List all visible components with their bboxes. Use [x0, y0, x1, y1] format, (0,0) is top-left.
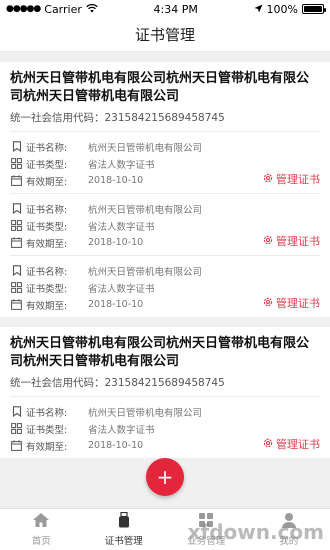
cert-type-label: 证书类型:: [26, 221, 68, 233]
calendar-icon: [10, 236, 23, 249]
calendar-icon: [10, 174, 23, 187]
watermark-text: xfdown.com: [187, 520, 324, 544]
cert-type-label: 证书类型:: [26, 283, 68, 295]
wifi-icon: [86, 3, 98, 16]
tab-home[interactable]: 首页: [0, 509, 83, 550]
manage-cert-label: 管理证书: [276, 438, 320, 451]
battery-fill: [303, 6, 322, 12]
credit-code-row: 统一社会信用代码：231584215689458745: [10, 375, 320, 390]
cert-item: 证书名称: 杭州天日管带机电有限公司 证书类型: 省法人数字证书 有效期至: 2…: [10, 194, 320, 256]
cert-type-value: 省法人数字证书: [88, 221, 155, 233]
gear-icon: [262, 172, 274, 187]
company-name: 杭州天日管带机电有限公司杭州天日管带机电有限公司杭州天日管带机电有限公司: [10, 336, 310, 369]
cert-type-value: 省法人数字证书: [88, 283, 155, 295]
cert-name-label: 证书名称:: [26, 142, 68, 154]
gear-icon: [262, 296, 274, 311]
grid-icon: [10, 219, 23, 232]
cert-expiry-value: 2018-10-10: [88, 440, 144, 451]
credit-code-label: 统一社会信用代码：: [10, 377, 105, 389]
manage-cert-button[interactable]: 管理证书: [262, 233, 320, 249]
gear-icon: [262, 437, 274, 452]
bookmark-icon: [10, 264, 23, 277]
page-title: 证书管理: [134, 26, 195, 44]
bookmark-icon: [10, 405, 23, 418]
status-bar: ●●●●● Carrier 4:34 PM 100%: [0, 0, 330, 18]
cert-name-value: 杭州天日管带机电有限公司: [88, 204, 203, 216]
cert-name-label: 证书名称:: [26, 266, 68, 278]
cert-item: 证书名称: 杭州天日管带机电有限公司 证书类型: 省法人数字证书 有效期至: 2…: [10, 397, 320, 458]
cert-expiry-label: 有效期至:: [26, 238, 68, 250]
credit-code-label: 统一社会信用代码：: [10, 112, 105, 124]
calendar-icon: [10, 298, 23, 311]
cert-name-value: 杭州天日管带机电有限公司: [88, 266, 203, 278]
cert-type-value: 省法人数字证书: [88, 159, 155, 171]
manage-cert-label: 管理证书: [276, 297, 320, 310]
cert-name-value: 杭州天日管带机电有限公司: [88, 142, 203, 154]
signal-icon: ●●●●●: [6, 4, 41, 14]
usb-key-icon: [117, 511, 131, 533]
cert-expiry-value: 2018-10-10: [88, 175, 144, 186]
grid-icon: [10, 157, 23, 170]
manage-cert-label: 管理证书: [276, 173, 320, 186]
battery-icon: [301, 4, 326, 14]
cert-name-value: 杭州天日管带机电有限公司: [88, 407, 203, 419]
status-time: 4:34 PM: [153, 2, 198, 16]
company-card: 杭州天日管带机电有限公司杭州天日管带机电有限公司杭州天日管带机电有限公司 统一社…: [0, 327, 330, 458]
gear-icon: [262, 234, 274, 249]
company-name: 杭州天日管带机电有限公司杭州天日管带机电有限公司杭州天日管带机电有限公司: [10, 71, 310, 104]
manage-cert-label: 管理证书: [276, 235, 320, 248]
cert-name-label: 证书名称:: [26, 204, 68, 216]
company-list: 杭州天日管带机电有限公司杭州天日管带机电有限公司杭州天日管带机电有限公司 统一社…: [0, 52, 330, 458]
credit-code-value: 2315842156894587​45: [104, 112, 225, 124]
credit-code-value: 231584215689458745: [104, 377, 225, 389]
tab-home-label: 首页: [31, 536, 51, 547]
cert-type-value: 省法人数字证书: [88, 424, 155, 436]
cert-item: 证书名称: 杭州天日管带机电有限公司 证书类型: 省法人数字证书 有效期至: 2…: [10, 256, 320, 317]
tab-cert-management[interactable]: 证书管理: [83, 509, 166, 550]
cert-expiry-label: 有效期至:: [26, 176, 68, 188]
company-card: 杭州天日管带机电有限公司杭州天日管带机电有限公司杭州天日管带机电有限公司 统一社…: [0, 62, 330, 317]
bookmark-icon: [10, 202, 23, 215]
cert-name-label: 证书名称:: [26, 407, 68, 419]
cert-expiry-label: 有效期至:: [26, 300, 68, 312]
battery-percent: 100%: [266, 2, 298, 16]
cert-expiry-value: 2018-10-10: [88, 237, 144, 248]
bookmark-icon: [10, 140, 23, 153]
manage-cert-button[interactable]: 管理证书: [262, 436, 320, 452]
cert-expiry-label: 有效期至:: [26, 441, 68, 453]
cert-item: 证书名称: 杭州天日管带机电有限公司 证书类型: 省法人数字证书 有效期至: 2…: [10, 132, 320, 194]
credit-code-row: 统一社会信用代码：2315842156894587​45: [10, 110, 320, 125]
location-icon: [254, 3, 263, 16]
home-icon: [32, 512, 50, 533]
cert-type-label: 证书类型:: [26, 159, 68, 171]
nav-bar: 证书管理: [0, 18, 330, 52]
cert-expiry-value: 2018-10-10: [88, 299, 144, 310]
plus-icon: +: [156, 465, 174, 489]
grid-icon: [10, 422, 23, 435]
manage-cert-button[interactable]: 管理证书: [262, 171, 320, 187]
manage-cert-button[interactable]: 管理证书: [262, 295, 320, 311]
add-button[interactable]: +: [146, 458, 184, 496]
calendar-icon: [10, 439, 23, 452]
tab-cert-management-label: 证书管理: [104, 536, 143, 547]
carrier-label: Carrier: [44, 2, 82, 16]
grid-icon: [10, 281, 23, 294]
cert-type-label: 证书类型:: [26, 424, 68, 436]
